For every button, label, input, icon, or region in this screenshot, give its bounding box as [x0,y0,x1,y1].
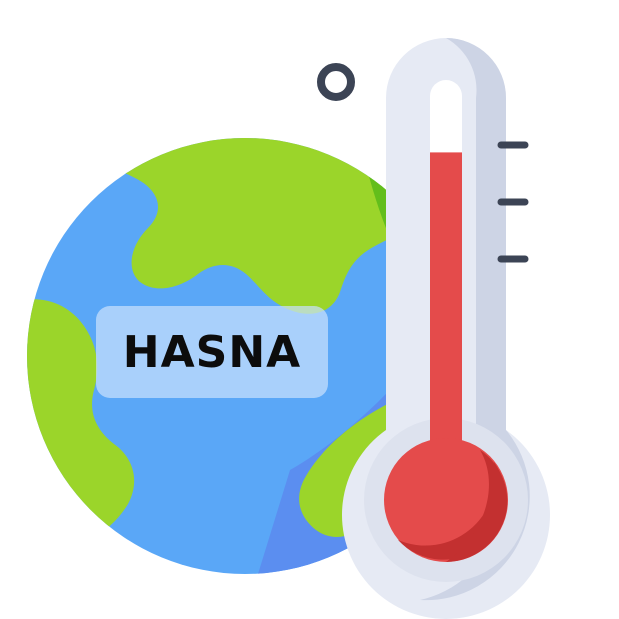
degree-ring-icon [317,63,355,101]
thermometer-mercury [430,152,462,480]
name-label: HASNA [96,306,328,398]
illustration: HASNA [0,0,619,619]
